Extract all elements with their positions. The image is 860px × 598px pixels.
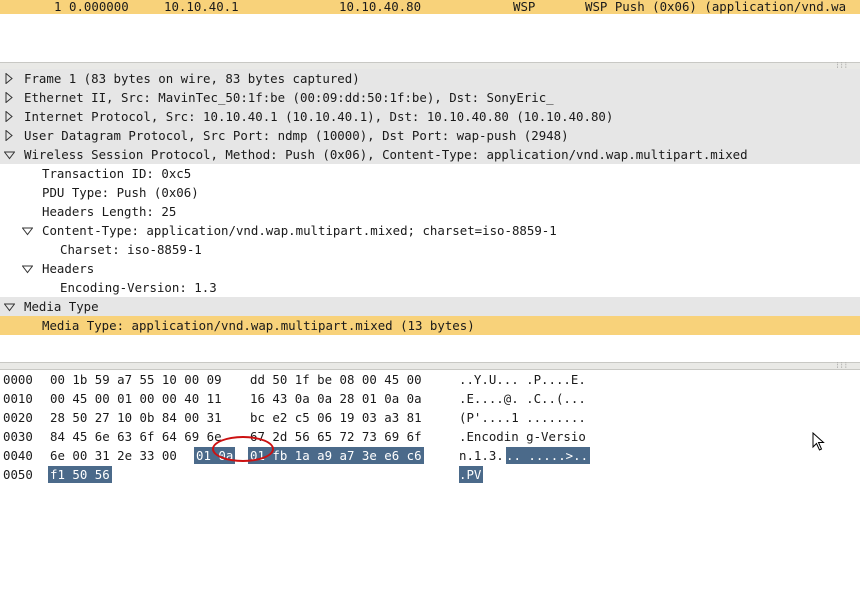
- tree-row-wsp[interactable]: Wireless Session Protocol, Method: Push …: [0, 145, 860, 164]
- tree-row-media-type-value[interactable]: Media Type: application/vnd.wap.multipar…: [0, 316, 860, 335]
- triangle-right-icon[interactable]: [5, 107, 17, 126]
- tree-row-transaction-id[interactable]: Transaction ID: 0xc5: [0, 164, 860, 183]
- triangle-right-icon[interactable]: [5, 69, 17, 88]
- bytes-hex-highlight[interactable]: f1 50 56: [48, 466, 112, 483]
- bytes-offset: 0050: [3, 467, 33, 482]
- tree-row-label: Content-Type: application/vnd.wap.multip…: [42, 223, 557, 238]
- packet-info: WSP Push (0x06) (application/vnd.wa: [585, 0, 847, 14]
- packet-no: 1: [54, 0, 62, 14]
- tree-row-label: Headers: [42, 261, 95, 276]
- bytes-hex-second: 16 43 0a 0a 28 01 0a 0a: [250, 391, 422, 406]
- tree-row-label: Media Type: [24, 299, 99, 314]
- bytes-offset: 0040: [3, 448, 33, 463]
- bytes-ascii: ..Y.U... .P....E.: [459, 372, 586, 387]
- tree-row-label: Charset: iso-8859-1: [60, 242, 202, 257]
- bytes-row[interactable]: 0000 00 1b 59 a7 55 10 00 09 dd 50 1f be…: [0, 370, 860, 389]
- tree-row-ip[interactable]: Internet Protocol, Src: 10.10.40.1 (10.1…: [0, 107, 860, 126]
- bytes-hex-second: bc e2 c5 06 19 03 a3 81: [250, 410, 422, 425]
- bytes-offset: 0020: [3, 410, 33, 425]
- tree-row-label: Frame 1 (83 bytes on wire, 83 bytes capt…: [24, 71, 360, 86]
- pane-splitter-bottom[interactable]: ⁞⁞⁞: [0, 362, 860, 370]
- bytes-row[interactable]: 0040 6e 00 31 2e 33 00 01 0a 01 fb 1a a9…: [0, 446, 860, 465]
- triangle-down-icon[interactable]: [22, 259, 34, 278]
- bytes-row[interactable]: 0020 28 50 27 10 0b 84 00 31 bc e2 c5 06…: [0, 408, 860, 427]
- tree-row-encoding-version[interactable]: Encoding-Version: 1.3: [0, 278, 860, 297]
- tree-row-label: Wireless Session Protocol, Method: Push …: [24, 147, 748, 162]
- tree-row-pdu-type[interactable]: PDU Type: Push (0x06): [0, 183, 860, 202]
- tree-row-ethernet[interactable]: Ethernet II, Src: MavinTec_50:1f:be (00:…: [0, 88, 860, 107]
- packet-destination: 10.10.40.80: [339, 0, 422, 14]
- tree-row-udp[interactable]: User Datagram Protocol, Src Port: ndmp (…: [0, 126, 860, 145]
- packet-source: 10.10.40.1: [164, 0, 239, 14]
- bytes-row[interactable]: 0050 f1 50 56 .PV: [0, 465, 860, 484]
- triangle-right-icon[interactable]: [5, 126, 17, 145]
- annotation-circle: [212, 436, 274, 462]
- bytes-row[interactable]: 0030 84 45 6e 63 6f 64 69 6e 67 2d 56 65…: [0, 427, 860, 446]
- triangle-right-icon[interactable]: [5, 88, 17, 107]
- mouse-cursor-icon: [812, 432, 825, 451]
- bytes-ascii-highlight[interactable]: .. .....>..: [506, 447, 591, 464]
- tree-row-label: Internet Protocol, Src: 10.10.40.1 (10.1…: [24, 109, 614, 124]
- bytes-ascii: .Encodin g-Versio: [459, 429, 586, 444]
- bytes-offset: 0010: [3, 391, 33, 406]
- tree-row-label: Transaction ID: 0xc5: [42, 166, 192, 181]
- tree-row-charset[interactable]: Charset: iso-8859-1: [0, 240, 860, 259]
- bytes-hex-first: 00 1b 59 a7 55 10 00 09: [50, 372, 222, 387]
- bytes-row[interactable]: 0010 00 45 00 01 00 00 40 11 16 43 0a 0a…: [0, 389, 860, 408]
- bytes-hex-second: dd 50 1f be 08 00 45 00: [250, 372, 422, 387]
- tree-row-label: Ethernet II, Src: MavinTec_50:1f:be (00:…: [24, 90, 554, 105]
- bytes-ascii: n.1.3.: [459, 448, 504, 463]
- tree-row-frame[interactable]: Frame 1 (83 bytes on wire, 83 bytes capt…: [0, 69, 860, 88]
- bytes-hex-first: 6e 00 31 2e 33 00: [50, 448, 177, 463]
- triangle-down-icon[interactable]: [22, 221, 34, 240]
- packet-time: 0.000000: [69, 0, 129, 14]
- bytes-ascii: .E....@. .C..(...: [459, 391, 586, 406]
- bytes-hex-first: 84 45 6e 63 6f 64 69 6e: [50, 429, 222, 444]
- bytes-offset: 0000: [3, 372, 33, 387]
- bytes-offset: 0030: [3, 429, 33, 444]
- tree-row-label: Media Type: application/vnd.wap.multipar…: [42, 318, 475, 333]
- grip-icon: ⁞⁞⁞: [835, 362, 848, 370]
- bytes-hex-second: 67 2d 56 65 72 73 69 6f: [250, 429, 422, 444]
- bytes-hex-first: 28 50 27 10 0b 84 00 31: [50, 410, 222, 425]
- tree-row-media-type[interactable]: Media Type: [0, 297, 860, 316]
- triangle-down-icon[interactable]: [4, 145, 16, 164]
- tree-row-label: Encoding-Version: 1.3: [60, 280, 217, 295]
- packet-protocol: WSP: [513, 0, 536, 14]
- packet-list-pane: 1 0.000000 10.10.40.1 10.10.40.80 WSP WS…: [0, 0, 860, 63]
- tree-row-headers[interactable]: Headers: [0, 259, 860, 278]
- packet-row-selected[interactable]: 1 0.000000 10.10.40.1 10.10.40.80 WSP WS…: [0, 0, 860, 14]
- packet-bytes-pane: 0000 00 1b 59 a7 55 10 00 09 dd 50 1f be…: [0, 370, 860, 503]
- triangle-down-icon[interactable]: [4, 297, 16, 316]
- tree-row-label: Headers Length: 25: [42, 204, 177, 219]
- tree-row-label: PDU Type: Push (0x06): [42, 185, 199, 200]
- tree-row-headers-length[interactable]: Headers Length: 25: [0, 202, 860, 221]
- bytes-hex-highlight[interactable]: 01 fb 1a a9 a7 3e e6 c6: [248, 447, 424, 464]
- bytes-hex-first: 00 45 00 01 00 00 40 11: [50, 391, 222, 406]
- tree-row-content-type[interactable]: Content-Type: application/vnd.wap.multip…: [0, 221, 860, 240]
- tree-row-label: User Datagram Protocol, Src Port: ndmp (…: [24, 128, 569, 143]
- bytes-ascii-highlight[interactable]: .PV: [459, 466, 484, 483]
- packet-details-pane: Frame 1 (83 bytes on wire, 83 bytes capt…: [0, 69, 860, 360]
- bytes-ascii: (P'....1 ........: [459, 410, 586, 425]
